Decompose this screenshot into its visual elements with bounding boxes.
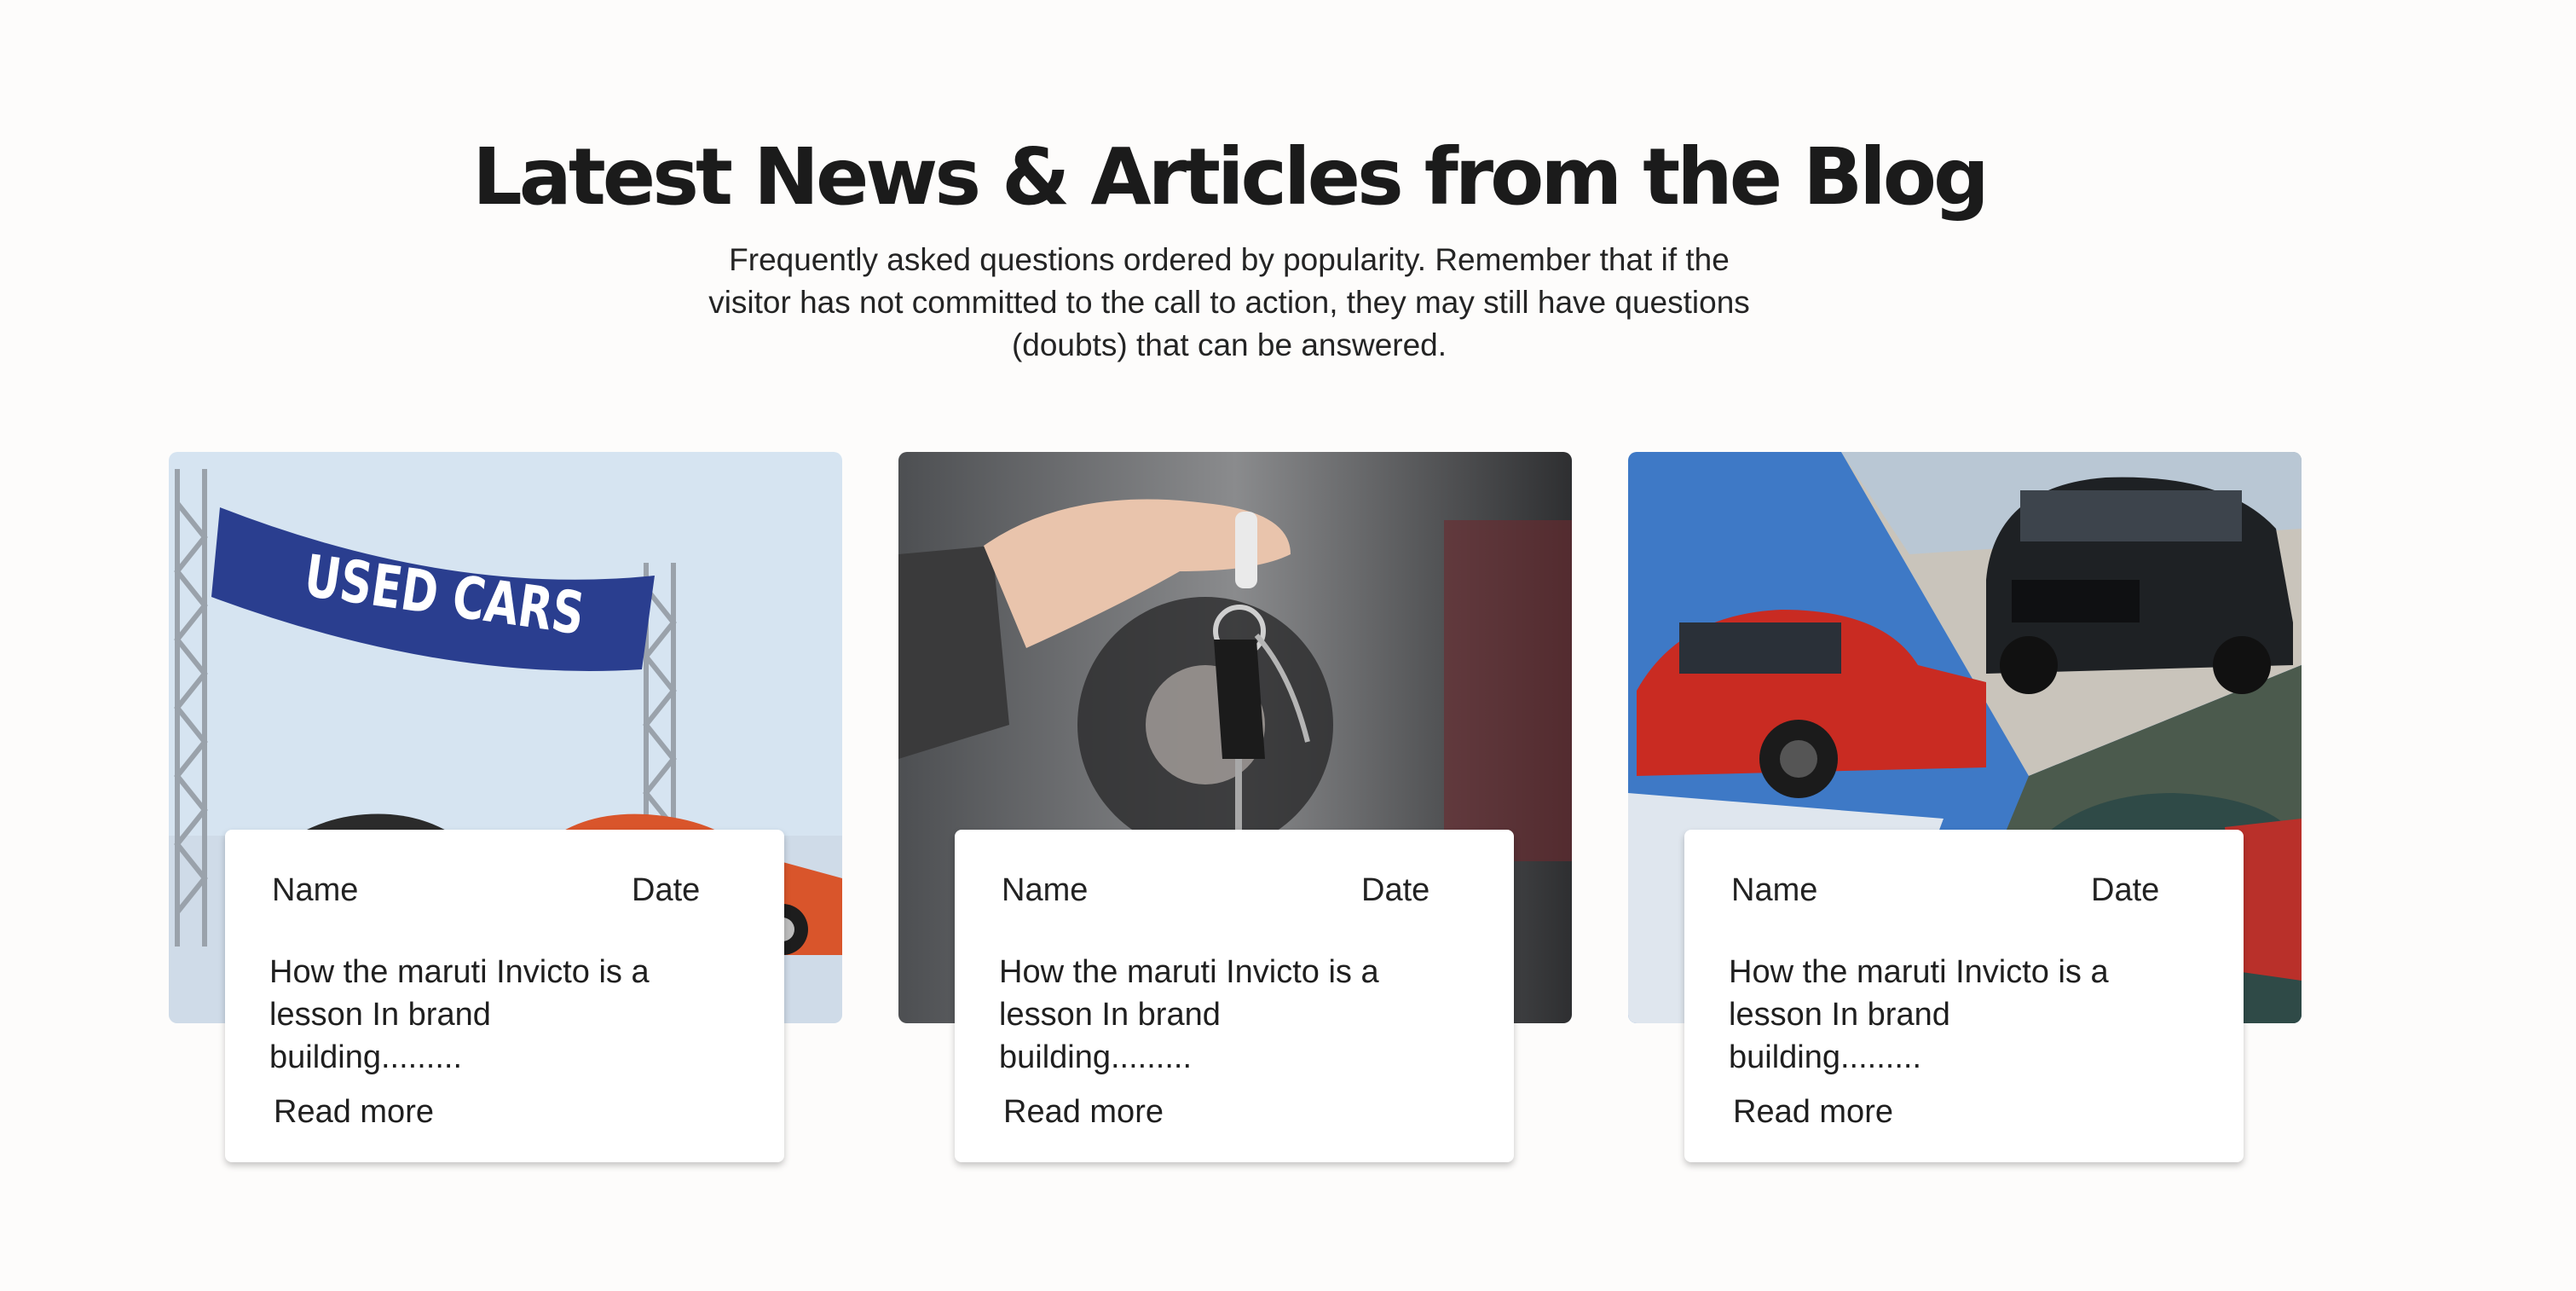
blog-card-info: Name Date How the maruti Invicto is a le… bbox=[955, 830, 1514, 1162]
post-date: Date bbox=[632, 872, 701, 908]
read-more-link[interactable]: Read more bbox=[1733, 1094, 1893, 1131]
blog-card-info: Name Date How the maruti Invicto is a le… bbox=[225, 830, 784, 1162]
author-name: Name bbox=[1002, 872, 1089, 908]
post-excerpt: How the maruti Invicto is a lesson In br… bbox=[999, 954, 1379, 1075]
section-subtitle: Frequently asked questions ordered by po… bbox=[708, 242, 1750, 362]
post-excerpt: How the maruti Invicto is a lesson In br… bbox=[269, 954, 650, 1075]
author-name: Name bbox=[272, 872, 359, 908]
read-more-link[interactable]: Read more bbox=[274, 1094, 434, 1131]
blog-card-3[interactable]: Name Date How the maruti Invicto is a le… bbox=[1628, 452, 2302, 1162]
blog-card-info: Name Date How the maruti Invicto is a le… bbox=[1684, 830, 2244, 1162]
post-date: Date bbox=[2091, 872, 2160, 908]
author-name: Name bbox=[1731, 872, 1818, 908]
blog-card-1[interactable]: USED CARS Name Date How the maruti Invic… bbox=[169, 452, 842, 1162]
read-more-link[interactable]: Read more bbox=[1003, 1094, 1164, 1131]
post-date: Date bbox=[1361, 872, 1430, 908]
section-title: Latest News & Articles from the Blog bbox=[472, 131, 1990, 223]
post-excerpt: How the maruti Invicto is a lesson In br… bbox=[1729, 954, 2109, 1075]
blog-section: Latest News & Articles from the Blog Fre… bbox=[0, 0, 2576, 1291]
blog-card-2[interactable]: Name Date How the maruti Invicto is a le… bbox=[898, 452, 1572, 1162]
